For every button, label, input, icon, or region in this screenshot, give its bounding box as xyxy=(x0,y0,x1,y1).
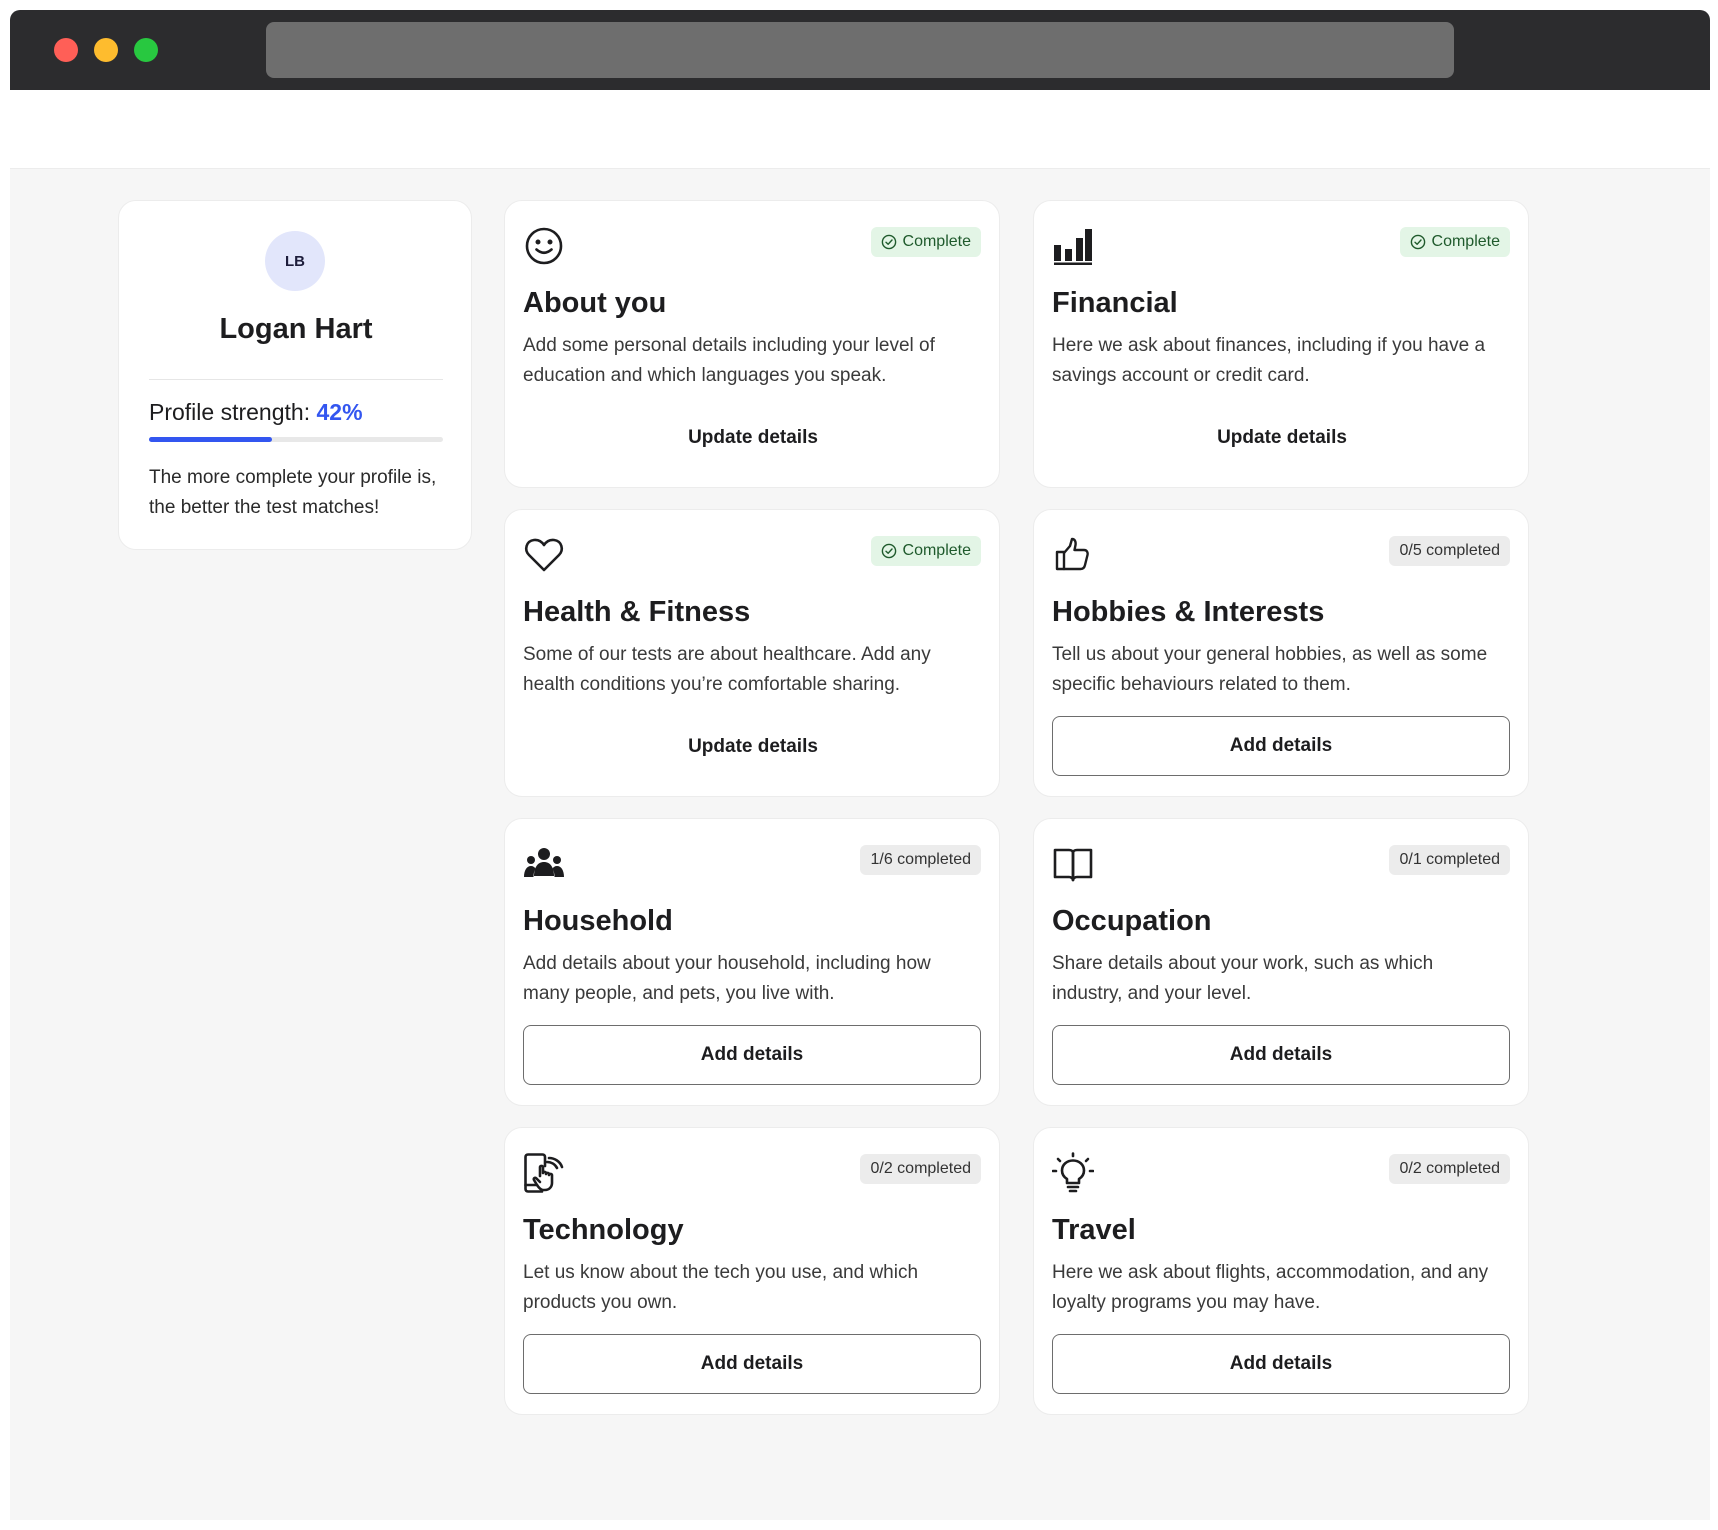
category-card-travel: 0/2 completed Travel Here we ask about f… xyxy=(1033,1127,1529,1415)
profile-strength-value: 42% xyxy=(316,399,363,425)
update-details-link[interactable]: Update details xyxy=(505,736,1001,758)
smiley-face-icon xyxy=(523,225,565,267)
category-card-financial: Complete Financial Here we ask about fin… xyxy=(1033,200,1529,488)
maximize-window-button[interactable] xyxy=(134,38,158,62)
status-badge-label: Complete xyxy=(902,542,971,559)
profile-strength-label: Profile strength: xyxy=(149,399,311,425)
card-description: Let us know about the tech you use, and … xyxy=(523,1262,919,1313)
people-group-icon xyxy=(523,843,565,885)
profile-strength-note: The more complete your profile is, the b… xyxy=(149,467,437,518)
check-circle-icon xyxy=(881,234,896,250)
check-circle-icon xyxy=(1410,234,1425,250)
page-header xyxy=(10,90,1710,169)
status-badge-label: 0/5 completed xyxy=(1399,542,1500,559)
card-description: Here we ask about flights, accommodation… xyxy=(1052,1262,1489,1313)
card-title: About you xyxy=(523,287,667,319)
add-details-button[interactable]: Add details xyxy=(1052,716,1510,776)
card-title: Technology xyxy=(523,1214,684,1246)
status-badge-label: Complete xyxy=(902,233,971,250)
status-badge: 1/6 completed xyxy=(860,845,981,875)
profile-strength-bar xyxy=(149,437,443,442)
card-title: Hobbies & Interests xyxy=(1052,596,1325,628)
card-description: Here we ask about finances, including if… xyxy=(1052,335,1486,386)
status-badge-label: 0/1 completed xyxy=(1399,851,1500,868)
category-card-hobbies-interests: 0/5 completed Hobbies & Interests Tell u… xyxy=(1033,509,1529,797)
card-title: Financial xyxy=(1052,287,1178,319)
status-badge: 0/1 completed xyxy=(1389,845,1510,875)
profile-name: Logan Hart xyxy=(219,313,373,345)
category-card-occupation: 0/1 completed Occupation Share details a… xyxy=(1033,818,1529,1106)
add-details-button[interactable]: Add details xyxy=(1052,1334,1510,1394)
open-book-icon xyxy=(1052,843,1094,885)
update-details-link[interactable]: Update details xyxy=(505,427,1001,449)
minimize-window-button[interactable] xyxy=(94,38,118,62)
category-card-technology: 0/2 completed Technology Let us know abo… xyxy=(504,1127,1000,1415)
status-badge-label: Complete xyxy=(1431,233,1500,250)
card-title: Health & Fitness xyxy=(523,596,751,628)
thumbs-up-icon xyxy=(1052,534,1094,576)
profile-strength-bar-fill xyxy=(149,437,273,442)
card-title: Household xyxy=(523,905,673,937)
add-details-button[interactable]: Add details xyxy=(1052,1025,1510,1085)
status-badge: 0/2 completed xyxy=(860,1154,981,1184)
status-badge: 0/2 completed xyxy=(1389,1154,1510,1184)
card-title: Travel xyxy=(1052,1214,1136,1246)
status-badge: Complete xyxy=(870,536,981,566)
avatar: LB xyxy=(265,231,325,291)
profile-summary-card: LB Logan Hart Profile strength: 42% The … xyxy=(118,200,472,550)
category-card-household: 1/6 completed Household Add details abou… xyxy=(504,818,1000,1106)
category-card-about-you: Complete About you Add some personal det… xyxy=(504,200,1000,488)
card-description: Share details about your work, such as w… xyxy=(1052,953,1434,1004)
add-details-button[interactable]: Add details xyxy=(523,1025,981,1085)
card-description: Tell us about your general hobbies, as w… xyxy=(1052,644,1488,695)
category-card-health-fitness: Complete Health & Fitness Some of our te… xyxy=(504,509,1000,797)
card-description: Add details about your household, includ… xyxy=(523,953,931,1004)
lightbulb-icon xyxy=(1052,1152,1094,1194)
mobile-touch-icon xyxy=(523,1152,565,1194)
status-badge: Complete xyxy=(870,227,981,257)
status-badge-label: 0/2 completed xyxy=(1399,1160,1500,1177)
update-details-link[interactable]: Update details xyxy=(1034,427,1530,449)
address-bar[interactable] xyxy=(266,22,1454,78)
card-title: Occupation xyxy=(1052,905,1212,937)
status-badge: Complete xyxy=(1399,227,1510,257)
divider xyxy=(149,379,443,380)
close-window-button[interactable] xyxy=(54,38,78,62)
bar-chart-icon xyxy=(1052,225,1094,267)
status-badge: 0/5 completed xyxy=(1389,536,1510,566)
profile-strength: Profile strength: 42% xyxy=(149,399,363,426)
status-badge-label: 1/6 completed xyxy=(870,851,971,868)
card-description: Add some personal details including your… xyxy=(523,335,935,386)
card-description: Some of our tests are about healthcare. … xyxy=(523,644,931,695)
check-circle-icon xyxy=(881,543,896,559)
heart-icon xyxy=(523,534,565,576)
add-details-button[interactable]: Add details xyxy=(523,1334,981,1394)
browser-titlebar xyxy=(10,10,1710,90)
status-badge-label: 0/2 completed xyxy=(870,1160,971,1177)
